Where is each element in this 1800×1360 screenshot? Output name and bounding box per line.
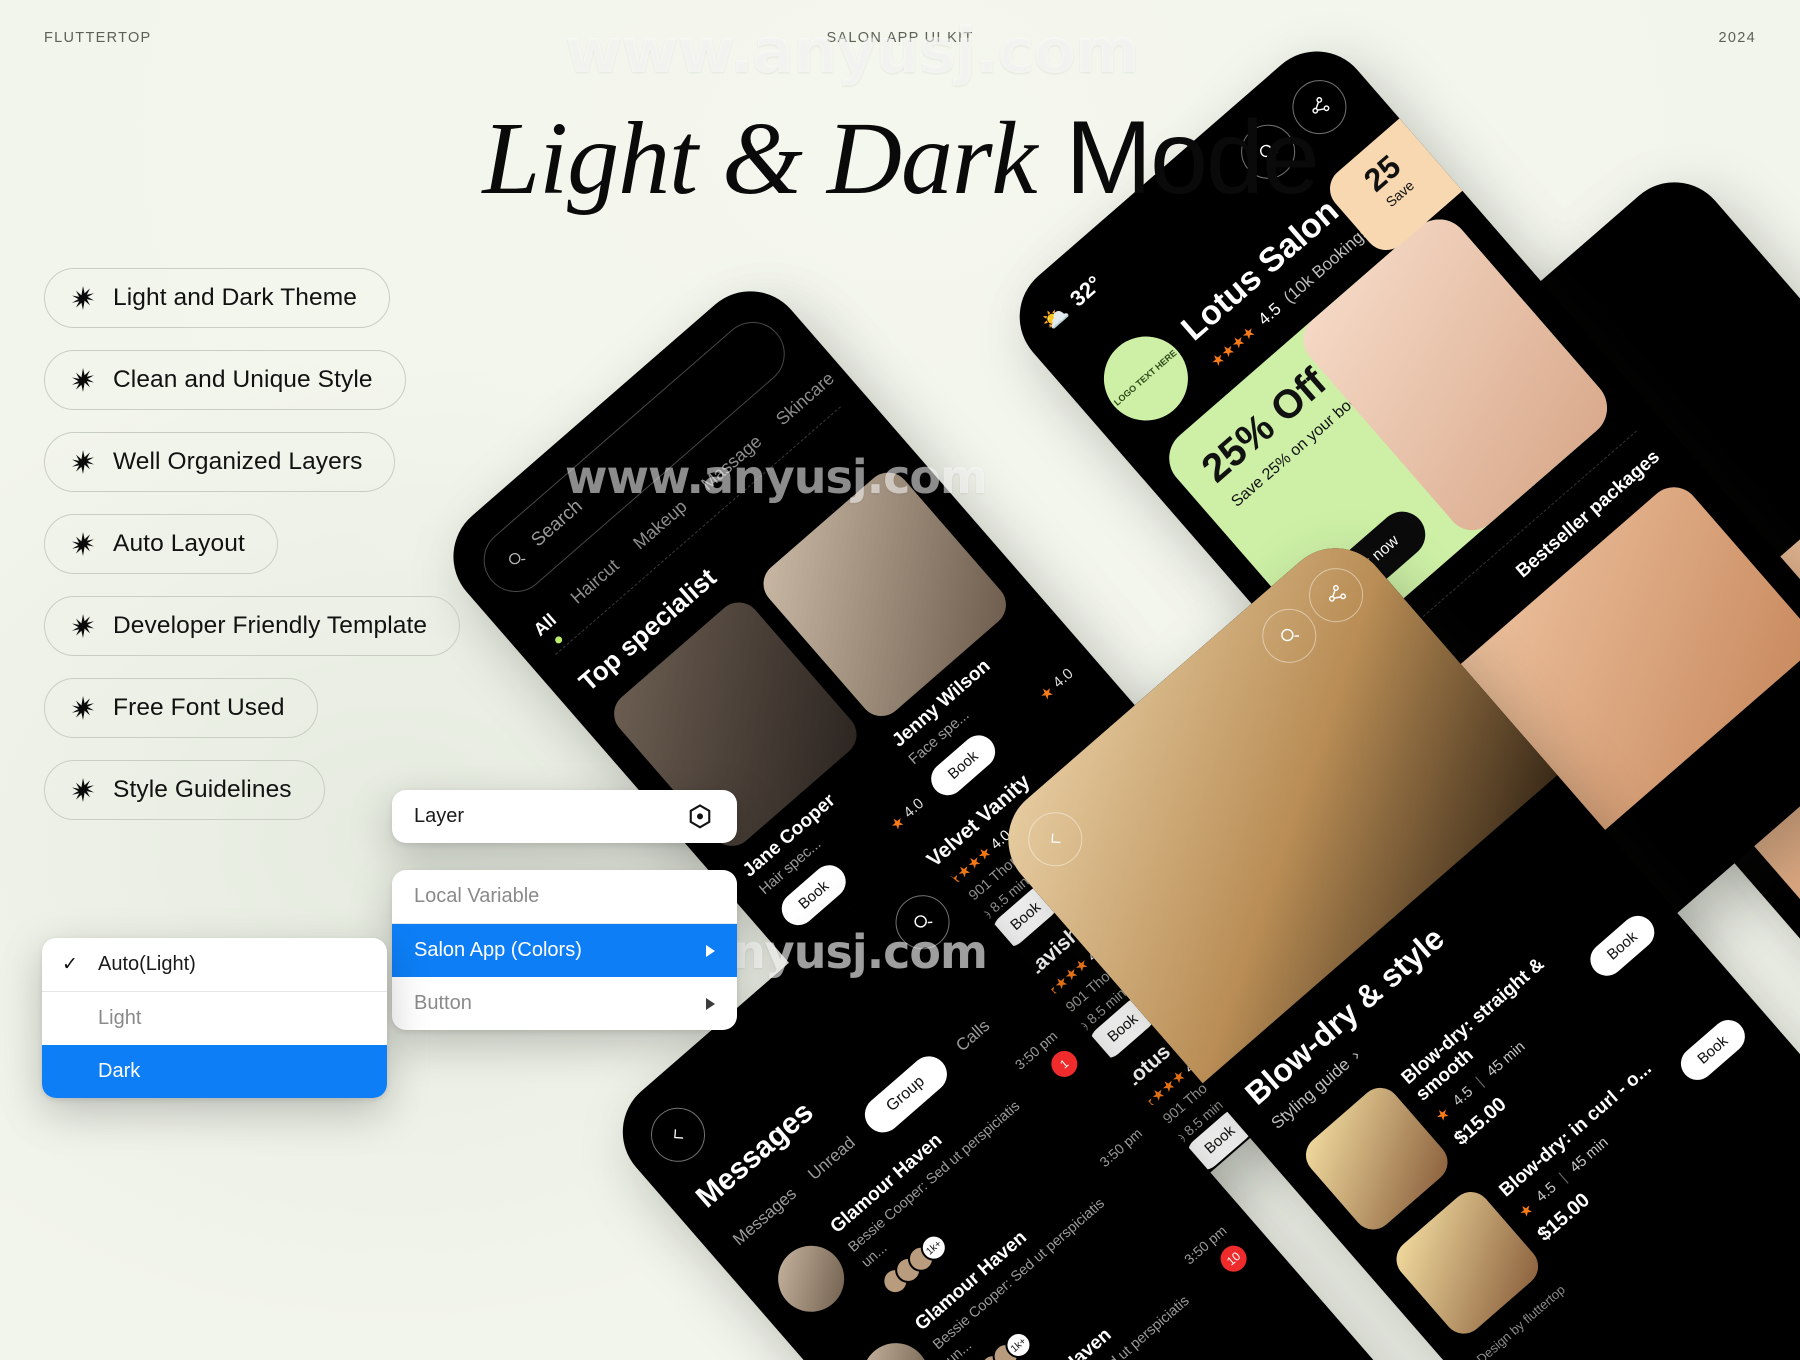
star-icon: ★ xyxy=(886,812,909,834)
feature-pill-free-font-used: Free Font Used xyxy=(44,678,318,738)
headline-italic: Light & Dark xyxy=(482,101,1037,216)
menu-item-button[interactable]: Button xyxy=(392,977,737,1030)
salon-rating: 4.5 xyxy=(1254,299,1285,329)
sparkle-star-icon xyxy=(72,286,94,310)
star-icon: ★ xyxy=(1432,1103,1454,1126)
sun-cloud-icon: ⛅ xyxy=(1036,299,1074,336)
feature-pill-clean-unique-style: Clean and Unique Style xyxy=(44,350,406,410)
feature-label: Well Organized Layers xyxy=(113,448,363,475)
salon-logo-badge: LOGO TEXT HERE xyxy=(1086,318,1205,438)
tab-calls[interactable]: Calls xyxy=(952,1016,994,1056)
chip-haircut[interactable]: Haircut xyxy=(567,555,624,608)
service-book-button[interactable]: Book xyxy=(1583,908,1661,983)
page-title: Light & Dark Mode xyxy=(0,101,1800,216)
submenu-arrow-icon xyxy=(706,944,715,957)
feature-pill-light-dark-theme: Light and Dark Theme xyxy=(44,268,390,328)
back-circle-icon[interactable] xyxy=(1017,801,1094,878)
brand-label: FLUTTERTOP xyxy=(44,30,152,46)
search-circle-icon[interactable] xyxy=(884,884,961,961)
specialist-rating: 4.0 xyxy=(900,794,928,822)
menu-item-local-variable[interactable]: Local Variable xyxy=(392,870,737,923)
feature-label: Style Guidelines xyxy=(113,776,292,803)
sparkle-star-icon xyxy=(72,368,94,392)
menu-item-auto-light[interactable]: ✓ Auto(Light) xyxy=(42,938,387,991)
sparkle-star-icon xyxy=(72,450,94,474)
menu-item-label: Dark xyxy=(98,1060,141,1082)
search-placeholder: Search xyxy=(527,495,587,552)
search-icon xyxy=(509,552,526,565)
menu-item-dark[interactable]: Dark xyxy=(42,1045,387,1098)
check-icon: ✓ xyxy=(62,954,78,975)
message-time: 3:50 pm xyxy=(1096,1124,1146,1171)
feature-pill-well-organized-layers: Well Organized Layers xyxy=(44,432,396,492)
unread-badge: 1 xyxy=(1045,1045,1083,1083)
layer-menu-row[interactable]: Layer xyxy=(392,790,737,843)
sparkle-star-icon xyxy=(72,532,94,556)
sparkle-star-icon xyxy=(72,614,94,638)
menu-item-light[interactable]: Light xyxy=(42,992,387,1045)
feature-label: Free Font Used xyxy=(113,694,285,721)
menu-item-label: Auto(Light) xyxy=(98,953,196,975)
service-rating: 4.5 xyxy=(1532,1178,1560,1206)
feature-list: Light and Dark Theme Clean and Unique St… xyxy=(44,268,461,820)
theme-mode-menu[interactable]: ✓ Auto(Light) Light Dark xyxy=(42,938,387,1098)
menu-item-label: Salon App (Colors) xyxy=(414,939,582,961)
feature-pill-developer-friendly-template: Developer Friendly Template xyxy=(44,596,461,656)
back-circle-icon[interactable] xyxy=(639,1096,717,1173)
feature-label: Clean and Unique Style xyxy=(113,366,373,393)
feature-label: Developer Friendly Template xyxy=(113,612,428,639)
chip-skincare[interactable]: Skincare xyxy=(772,368,839,430)
menu-item-label: Light xyxy=(98,1007,142,1029)
service-book-button[interactable]: Book xyxy=(1673,1012,1752,1087)
chevron-right-icon: › xyxy=(1347,1045,1364,1064)
submenu-arrow-icon xyxy=(706,997,715,1010)
tab-messages[interactable]: Messages xyxy=(729,1184,801,1250)
service-rating: 4.5 xyxy=(1449,1083,1477,1110)
tab-unread[interactable]: Unread xyxy=(804,1133,859,1185)
feature-label: Auto Layout xyxy=(113,530,245,557)
topbar: FLUTTERTOP SALON APP UI KIT 2024 xyxy=(0,26,1800,50)
layer-menu-label: Layer xyxy=(414,805,465,827)
component-hexagon-icon xyxy=(689,803,711,828)
layer-panel-menu[interactable]: Layer xyxy=(392,790,737,843)
star-icon: ★ xyxy=(1515,1199,1537,1222)
chip-makeup[interactable]: Makeup xyxy=(629,496,691,554)
sparkle-star-icon xyxy=(72,778,94,802)
unread-badge: 10 xyxy=(1215,1240,1253,1278)
sparkle-star-icon xyxy=(72,696,94,720)
temperature-value: 32° xyxy=(1065,270,1107,312)
weather-readout: ⛅ 32° xyxy=(1037,271,1107,337)
variable-context-menu[interactable]: Local Variable Salon App (Colors) Button xyxy=(392,870,737,1030)
menu-item-label: Button xyxy=(414,992,472,1014)
feature-label: Light and Dark Theme xyxy=(113,284,357,311)
star-icon: ★ xyxy=(1036,682,1058,705)
specialist-rating: 4.0 xyxy=(1049,665,1077,692)
avatar xyxy=(764,1232,858,1326)
feature-pill-auto-layout: Auto Layout xyxy=(44,514,278,574)
kit-title: SALON APP UI KIT xyxy=(826,30,974,46)
headline-plain: Mode xyxy=(1065,100,1320,216)
chip-massage[interactable]: Massage xyxy=(697,431,766,495)
menu-item-salon-app-colors[interactable]: Salon App (Colors) xyxy=(392,924,737,977)
year-label: 2024 xyxy=(1718,30,1756,46)
menu-item-label: Local Variable xyxy=(414,885,540,907)
feature-pill-style-guidelines: Style Guidelines xyxy=(44,760,325,820)
logo-badge-text: LOGO TEXT HERE xyxy=(1111,347,1179,408)
chip-all[interactable]: All xyxy=(530,610,561,641)
